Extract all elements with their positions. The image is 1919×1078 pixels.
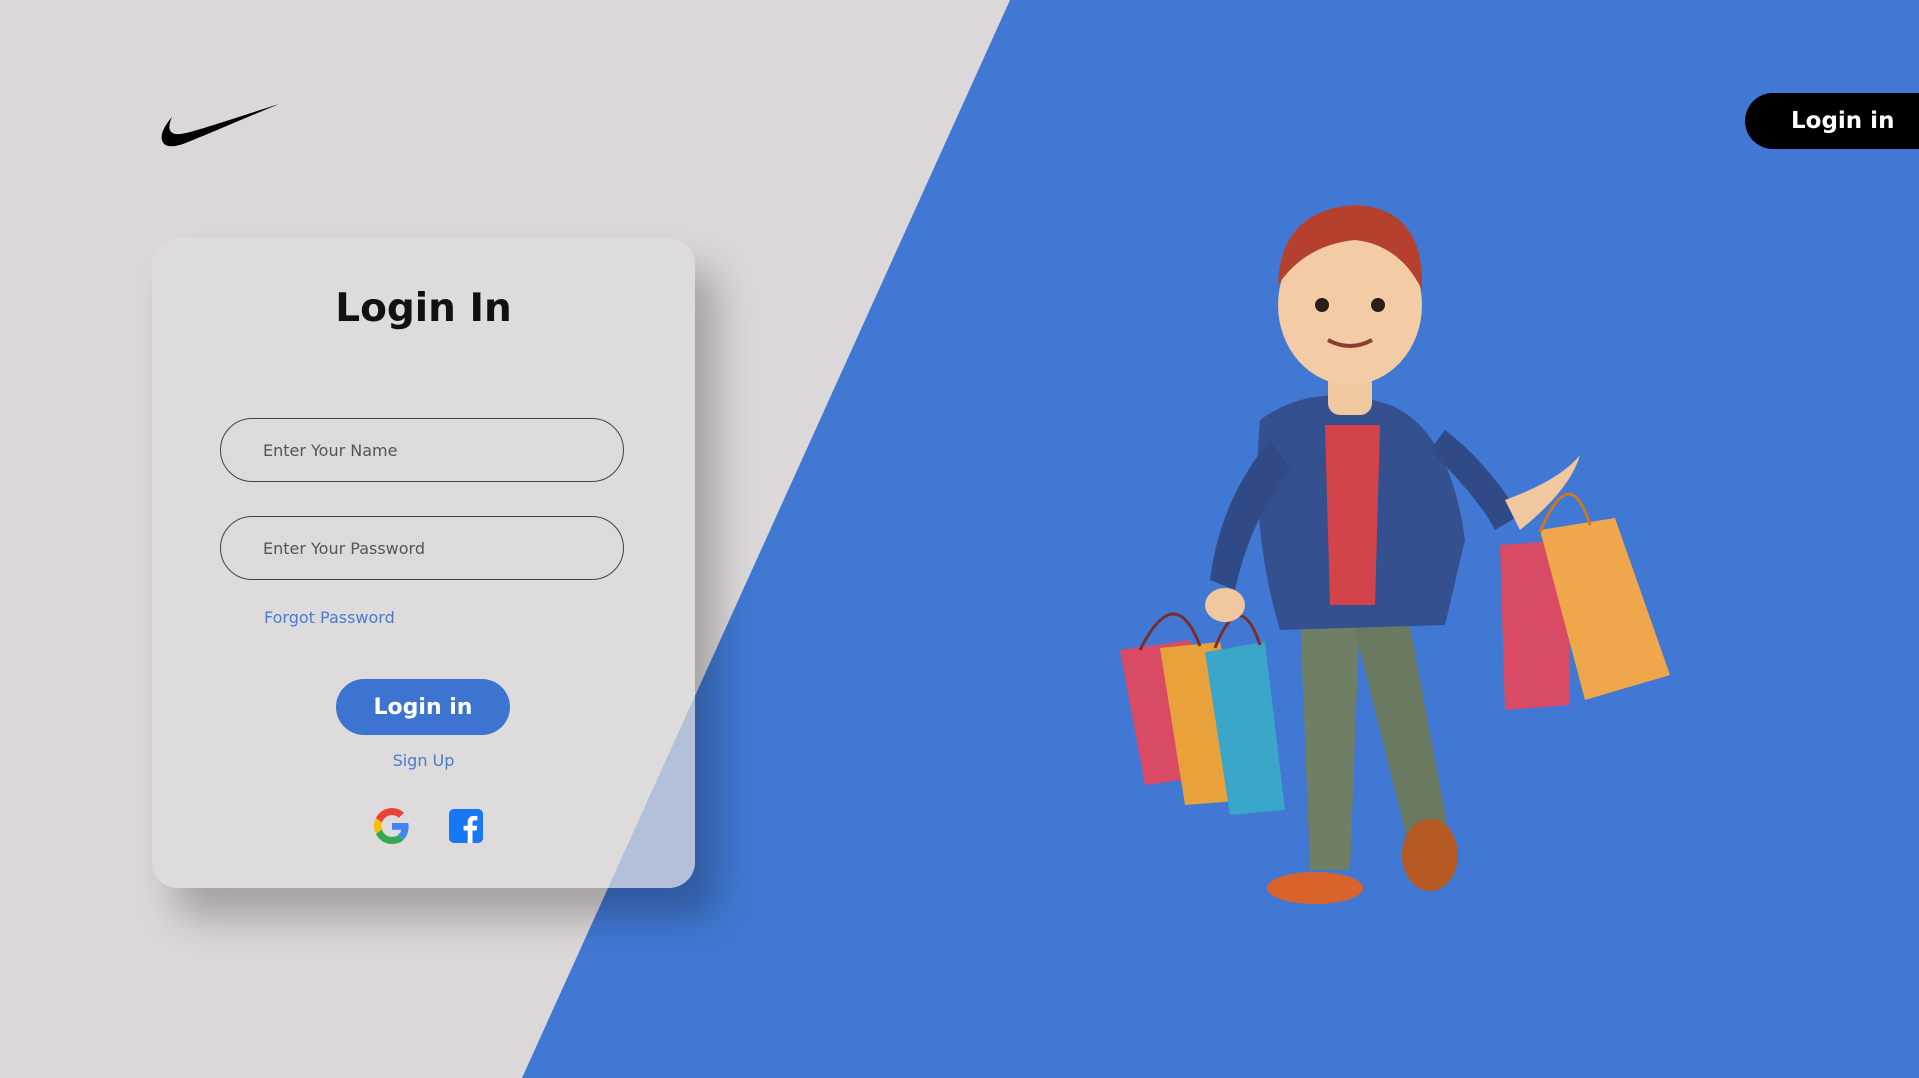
login-card: Login In Forgot Password Login in Sign U… — [152, 238, 695, 888]
swoosh-logo-icon — [161, 104, 279, 147]
login-page: Login in Login In Forgot Password Login … — [0, 0, 1919, 1078]
header-login-button[interactable]: Login in — [1745, 93, 1919, 149]
page-title: Login In — [335, 286, 512, 331]
name-input[interactable] — [220, 418, 624, 482]
sign-up-link[interactable]: Sign Up — [152, 751, 695, 770]
shopper-with-bags-illustration — [1120, 205, 1670, 904]
password-input[interactable] — [220, 516, 624, 580]
google-icon[interactable] — [374, 808, 410, 844]
facebook-icon[interactable] — [448, 808, 484, 844]
login-button[interactable]: Login in — [336, 679, 510, 735]
forgot-password-link[interactable]: Forgot Password — [264, 608, 395, 627]
